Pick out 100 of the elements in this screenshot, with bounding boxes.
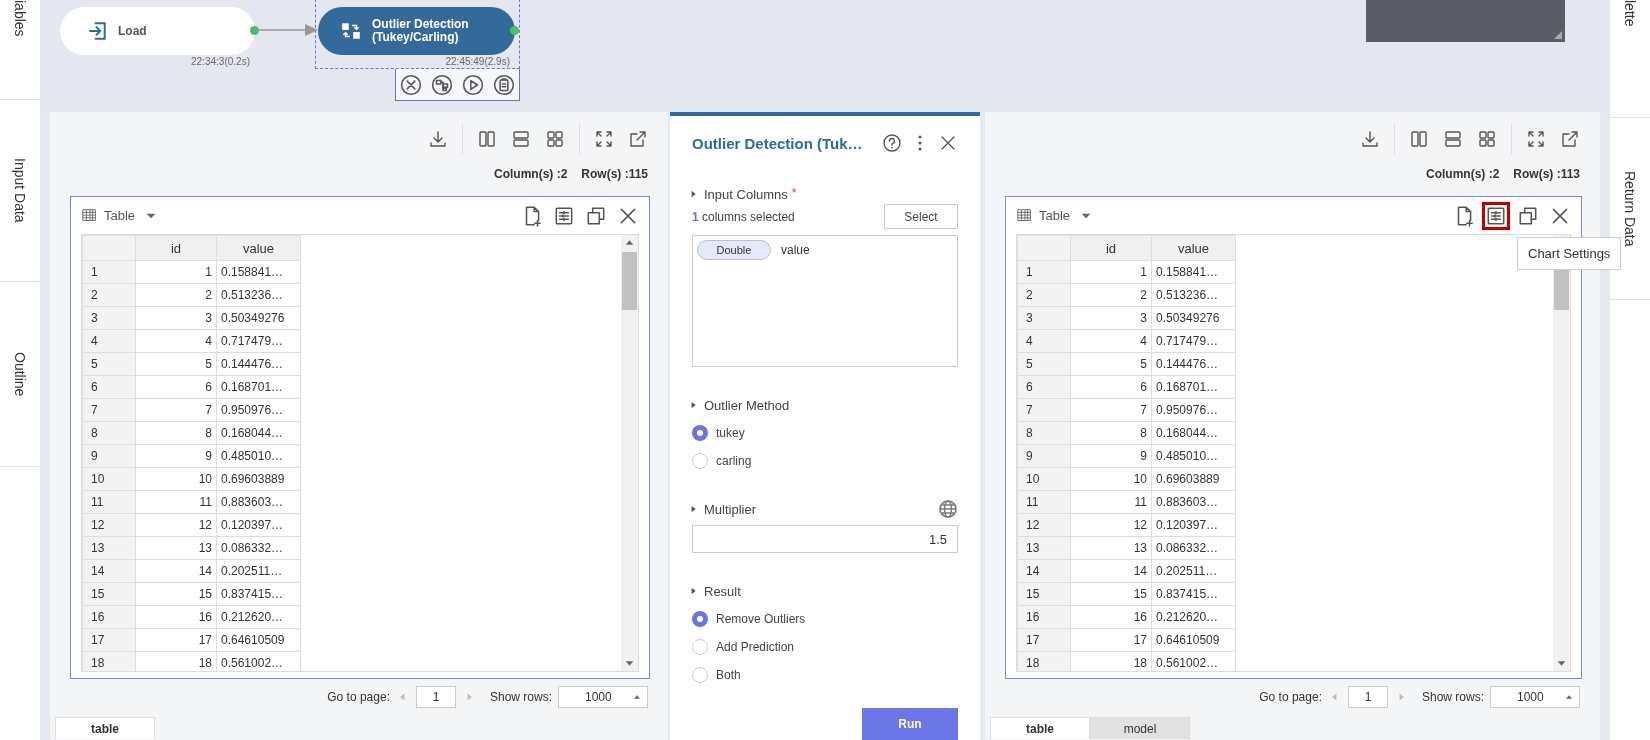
sidebar-tab[interactable]: Outline	[12, 351, 28, 397]
columns-layout-icon[interactable]	[1409, 129, 1429, 149]
required-mark: *	[791, 186, 797, 200]
scrollbar[interactable]	[621, 235, 638, 671]
multiplier-field[interactable]: 1.5	[692, 525, 958, 553]
selection-summary: 1 columns selected	[692, 209, 795, 224]
workflow-node[interactable]: Load	[60, 7, 255, 55]
column-header[interactable]: value	[1151, 235, 1236, 261]
table-cell: 12	[1070, 513, 1152, 537]
table-cell: 0.950976…	[1151, 398, 1236, 422]
run-button[interactable]: Run	[862, 708, 958, 740]
table-cell: 7	[1070, 398, 1152, 422]
table-cell: 7	[135, 398, 217, 422]
view-selector[interactable]: Table	[1016, 206, 1092, 225]
grid-layout-icon[interactable]	[1477, 129, 1497, 149]
sidebar-tab[interactable]: lette	[1622, 0, 1638, 27]
radio-label[interactable]: Remove Outliers	[716, 612, 806, 626]
table-cell: 0.837415…	[216, 582, 301, 606]
row-number: 16	[1017, 605, 1071, 629]
branch-icon[interactable]	[431, 73, 454, 96]
expand-icon[interactable]	[1526, 129, 1546, 149]
row-number: 18	[82, 651, 136, 671]
panel-tab[interactable]: model	[1090, 717, 1190, 739]
table-cell: 0.158841…	[216, 260, 301, 284]
output-port[interactable]	[250, 26, 259, 35]
chart-settings-icon[interactable]	[1485, 204, 1507, 227]
table-cell: 14	[135, 559, 217, 583]
table-cell: 0.212620…	[1151, 605, 1236, 629]
view-selector[interactable]: Table	[81, 206, 157, 225]
table-cell: 12	[135, 513, 217, 537]
table-cell: 4	[1070, 329, 1152, 353]
row-number: 9	[82, 444, 136, 468]
help-icon[interactable]	[882, 133, 902, 153]
table-cell: 16	[1070, 605, 1152, 629]
cancel-icon[interactable]	[400, 73, 423, 96]
rows-dropdown[interactable]: 1000	[1490, 686, 1580, 708]
page-field[interactable]: 1	[415, 686, 456, 708]
section-title[interactable]: Result	[704, 583, 741, 599]
column-header[interactable]: id	[135, 235, 217, 261]
row-number: 3	[82, 306, 136, 330]
scroll-thumb[interactable]	[622, 252, 637, 310]
select-button[interactable]: Select	[884, 204, 958, 229]
row-number: 16	[82, 605, 136, 629]
row-number: 8	[82, 421, 136, 445]
row-number: 1	[1017, 260, 1071, 284]
expand-icon[interactable]	[594, 129, 614, 149]
radio-label[interactable]: carling	[716, 454, 752, 468]
radio-label[interactable]: Both	[716, 668, 741, 682]
table-cell: 0.120397…	[216, 513, 301, 537]
sidebar-tab[interactable]: iables	[12, 0, 28, 37]
table-cell: 0.485010…	[216, 444, 301, 468]
table-cell: 9	[1070, 444, 1152, 468]
output-port[interactable]	[510, 26, 519, 35]
section-title[interactable]: Input Columns	[704, 186, 788, 202]
radio-button[interactable]	[692, 425, 708, 441]
section-title[interactable]: Outlier Method	[704, 397, 790, 413]
table-cell: 0.69603889	[216, 467, 301, 491]
clipboard-icon[interactable]	[492, 73, 515, 96]
rows-layout-icon[interactable]	[1443, 129, 1463, 149]
table-cell: 0.837415…	[1151, 582, 1236, 606]
radio-button[interactable]	[692, 611, 708, 627]
play-icon[interactable]	[461, 73, 484, 96]
panel-tab[interactable]: table	[55, 717, 155, 739]
resize-grip-icon[interactable]	[1554, 31, 1562, 39]
section-title[interactable]: Multiplier	[704, 501, 756, 517]
row-number: 4	[82, 329, 136, 353]
rows-dropdown[interactable]: 1000	[558, 686, 648, 708]
table-cell: 11	[1070, 490, 1152, 514]
column-count: Column(s) :2	[1425, 167, 1500, 182]
row-number: 14	[1017, 559, 1071, 583]
workflow-node[interactable]: Outlier Detection (Tukey/Carling)	[318, 7, 515, 55]
table-cell: 0.50349276	[1151, 306, 1236, 330]
download-icon[interactable]	[428, 129, 448, 149]
radio-label[interactable]: tukey	[716, 426, 745, 440]
column-header[interactable]: value	[216, 235, 301, 261]
panel-tab[interactable]: table	[990, 717, 1090, 739]
table-cell: 0.158841…	[1151, 260, 1236, 284]
external-link-icon[interactable]	[1560, 129, 1580, 149]
column-header[interactable]: id	[1070, 235, 1152, 261]
row-number: 5	[82, 352, 136, 376]
external-link-icon[interactable]	[628, 129, 648, 149]
page-field[interactable]: 1	[1347, 686, 1388, 708]
globe-icon[interactable]	[938, 499, 958, 519]
columns-layout-icon[interactable]	[477, 129, 497, 149]
table-cell: 17	[1070, 628, 1152, 652]
row-number: 6	[1017, 375, 1071, 399]
column-name[interactable]: value	[781, 243, 810, 257]
table-cell: 13	[135, 536, 217, 560]
grid-layout-icon[interactable]	[545, 129, 565, 149]
table-cell: 10	[135, 467, 217, 491]
rows-layout-icon[interactable]	[511, 129, 531, 149]
sidebar-tab[interactable]: Return Data	[1622, 170, 1638, 247]
table-cell: 3	[1070, 306, 1152, 330]
table-cell: 0.883603…	[1151, 490, 1236, 514]
row-number: 17	[82, 628, 136, 652]
download-icon[interactable]	[1360, 129, 1380, 149]
radio-label[interactable]: Add Prediction	[716, 640, 795, 654]
sidebar-tab[interactable]: Input Data	[12, 158, 28, 223]
rows-label: Show rows:	[1421, 690, 1484, 704]
table-cell: 9	[135, 444, 217, 468]
